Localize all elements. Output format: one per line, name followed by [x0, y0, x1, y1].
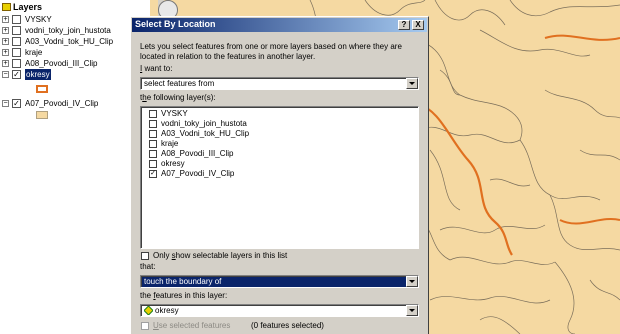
district-boundary-okresy-north: [544, 34, 620, 41]
features-in-layer-label: the features in this layer:: [140, 291, 227, 301]
table-of-contents: Layers + VYSKY + vodni_toky_join_hustota…: [0, 0, 150, 334]
source-layer-select[interactable]: okresy: [140, 304, 419, 317]
select-by-location-dialog: Select By Location ? X Lets you select f…: [130, 16, 429, 334]
layer-visibility-checkbox[interactable]: [12, 26, 21, 35]
toc-layer-label[interactable]: A07_Povodi_IV_Clip: [25, 98, 98, 109]
relation-select-value: touch the boundary of: [144, 277, 222, 286]
layer-visibility-checkbox[interactable]: ✓: [12, 99, 21, 108]
collapse-minus-icon[interactable]: −: [2, 100, 9, 107]
close-button[interactable]: X: [412, 20, 424, 30]
expand-plus-icon[interactable]: +: [2, 27, 9, 34]
toc-layer-kraje[interactable]: + kraje: [0, 47, 150, 58]
only-selectable-text: how selectable layers in this list: [175, 251, 288, 260]
layer-visibility-checkbox[interactable]: [12, 59, 21, 68]
dialog-title-bar[interactable]: Select By Location ? X: [132, 18, 427, 32]
layer-visibility-checkbox[interactable]: [12, 15, 21, 24]
expand-plus-icon[interactable]: +: [2, 60, 9, 67]
layers-header-row[interactable]: Layers: [0, 2, 150, 13]
toc-layer-a08[interactable]: + A08_Povodi_III_Clip: [0, 58, 150, 69]
toc-layer-a07[interactable]: − ✓ A07_Povodi_IV_Clip: [0, 98, 150, 109]
list-item-label: okresy: [161, 159, 185, 168]
layer-visibility-checkbox[interactable]: [12, 37, 21, 46]
dialog-title: Select By Location: [135, 19, 216, 29]
layers-header[interactable]: Layers: [2, 2, 42, 13]
help-button[interactable]: ?: [398, 20, 410, 30]
source-layer-value: okresy: [155, 306, 179, 315]
expand-plus-icon[interactable]: +: [2, 49, 9, 56]
relation-select[interactable]: touch the boundary of: [140, 275, 419, 288]
toc-layer-label[interactable]: kraje: [25, 47, 42, 58]
toc-layer-label-selected[interactable]: okresy: [25, 69, 51, 80]
only-selectable-label[interactable]: Only show selectable layers in this list: [153, 251, 287, 261]
features-selected-status: (0 features selected): [251, 321, 324, 330]
use-selected-features-label[interactable]: Use selected features: [153, 321, 230, 331]
following-layers-text: e following layer(s):: [146, 93, 216, 102]
list-item-label: kraje: [161, 139, 179, 148]
toc-layer-a03[interactable]: + A03_Vodni_tok_HU_Clip: [0, 36, 150, 47]
district-boundary-okresy: [417, 102, 513, 256]
toc-layer-label[interactable]: A03_Vodni_tok_HU_Clip: [25, 36, 113, 47]
dropdown-arrow-icon[interactable]: [406, 78, 418, 89]
layer-checkbox-checked[interactable]: ✓: [149, 170, 157, 178]
layer-checkbox[interactable]: [149, 150, 157, 158]
list-item-label: A08_Povodi_III_Clip: [161, 149, 234, 158]
target-layers-list[interactable]: VYSKY vodni_toky_join_hustota A03_Vodni_…: [140, 106, 419, 249]
features-in-layer-pre: the: [140, 291, 154, 300]
layer-checkbox[interactable]: [149, 160, 157, 168]
toc-layer-vysky[interactable]: + VYSKY: [0, 14, 150, 25]
expand-plus-icon[interactable]: +: [2, 16, 9, 23]
toc-layer-vodni-toky[interactable]: + vodni_toky_join_hustota: [0, 25, 150, 36]
dropdown-arrow-icon[interactable]: [406, 305, 418, 316]
dropdown-arrow-icon[interactable]: [406, 276, 418, 287]
that-label: that:: [140, 262, 156, 271]
polygon-layer-icon: [144, 306, 153, 315]
toc-layer-label[interactable]: vodni_toky_join_hustota: [25, 25, 111, 36]
layer-visibility-checkbox[interactable]: ✓: [12, 70, 21, 79]
only-selectable-pre: Only: [153, 251, 172, 260]
district-boundary-okresy-east: [559, 218, 620, 225]
list-item-label: VYSKY: [161, 109, 188, 118]
i-want-to-text: want to:: [142, 64, 173, 73]
collapse-minus-icon[interactable]: −: [2, 71, 9, 78]
layer-checkbox[interactable]: [149, 120, 157, 128]
features-in-layer-text: eatures in this layer:: [155, 291, 228, 300]
okresy-symbol-swatch[interactable]: [36, 85, 48, 93]
layers-header-label: Layers: [13, 2, 43, 12]
layers-icon: [2, 3, 11, 11]
i-want-to-label: I want to:: [140, 64, 172, 74]
list-item-label: A07_Povodi_IV_Clip: [161, 169, 235, 178]
list-item-label: vodni_toky_join_hustota: [161, 119, 247, 128]
action-select-value: select features from: [144, 79, 215, 88]
use-selected-features-checkbox[interactable]: [141, 322, 149, 330]
toc-layer-label[interactable]: VYSKY: [25, 14, 52, 25]
layer-checkbox[interactable]: [149, 140, 157, 148]
layer-checkbox[interactable]: [149, 110, 157, 118]
layer-checkbox[interactable]: [149, 130, 157, 138]
toc-layer-label[interactable]: A08_Povodi_III_Clip: [25, 58, 98, 69]
dialog-description: Lets you select features from one or mor…: [140, 42, 402, 61]
use-selected-text: se selected features: [158, 321, 231, 330]
only-selectable-checkbox[interactable]: [141, 252, 149, 260]
layer-visibility-checkbox[interactable]: [12, 48, 21, 57]
list-item-label: A03_Vodni_tok_HU_Clip: [161, 129, 250, 138]
expand-plus-icon[interactable]: +: [2, 38, 9, 45]
action-select[interactable]: select features from: [140, 77, 419, 90]
following-layers-label: the following layer(s):: [140, 93, 216, 103]
toc-layer-okresy[interactable]: − ✓ okresy: [0, 69, 150, 80]
a07-symbol-swatch[interactable]: [36, 111, 48, 119]
